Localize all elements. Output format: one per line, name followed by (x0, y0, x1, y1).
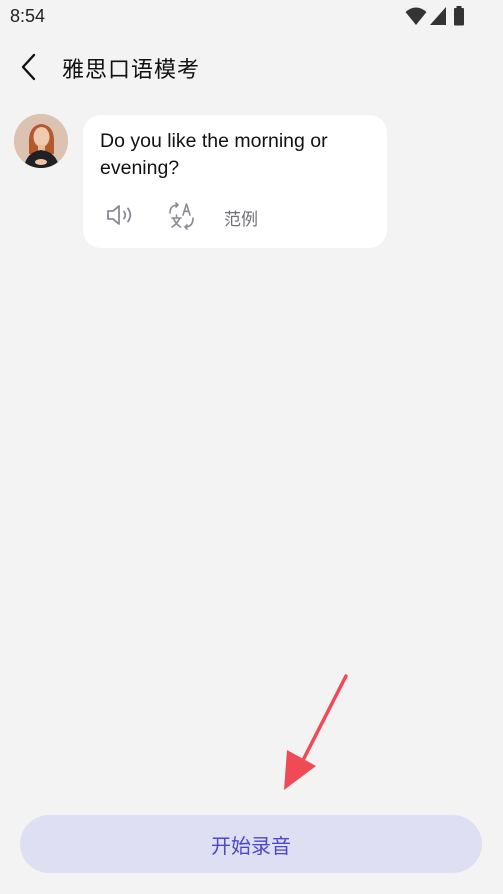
examiner-avatar (14, 114, 68, 168)
header: 雅思口语模考 (0, 40, 503, 92)
question-text: Do you like the morning or evening? (100, 130, 328, 179)
page-title: 雅思口语模考 (62, 58, 201, 83)
chevron-left-icon (21, 53, 36, 81)
question-bubble: Do you like the morning or evening? 范例 (83, 115, 387, 248)
cell-signal-icon (430, 7, 446, 25)
annotation-arrow-icon (284, 674, 348, 790)
bubble-actions: 范例 (105, 200, 375, 232)
translate-icon[interactable] (167, 202, 197, 230)
status-icons (405, 6, 467, 26)
start-recording-button[interactable]: 开始录音 (20, 815, 482, 873)
back-button[interactable] (14, 52, 44, 82)
example-link[interactable]: 范例 (224, 205, 258, 230)
status-bar: 8:54 (0, 0, 503, 32)
status-time: 8:54 (10, 6, 46, 26)
battery-icon (454, 6, 464, 26)
speaker-icon[interactable] (105, 203, 137, 227)
wifi-icon (405, 7, 427, 25)
